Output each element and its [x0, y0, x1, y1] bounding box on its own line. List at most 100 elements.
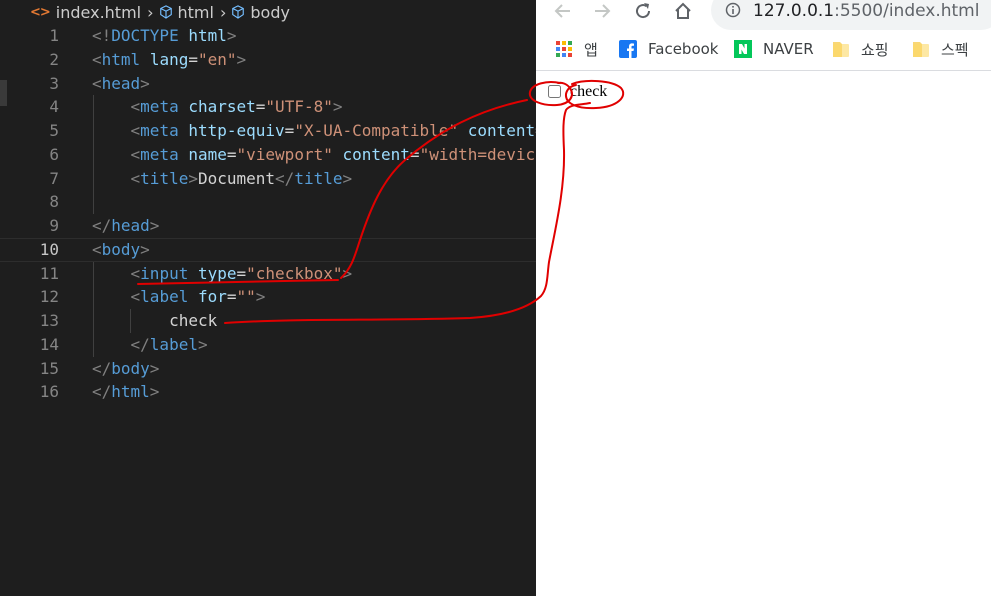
address-bar[interactable]: 127.0.0.1:5500/index.html: [711, 0, 991, 30]
line-number: 6: [49, 144, 59, 164]
code-token: lang: [149, 49, 189, 69]
bookmark-folder-shopping[interactable]: 쇼핑: [832, 34, 889, 64]
line-number: 3: [49, 73, 59, 93]
code-token: >: [140, 73, 150, 93]
code-token: <: [130, 168, 141, 188]
line-number: 1: [49, 26, 59, 45]
line-number: 8: [49, 192, 59, 212]
line-text: <title>Document</title>: [92, 167, 353, 191]
code-editor[interactable]: <> index.html › html › body 1 <!DOCTYPE h…: [0, 0, 536, 596]
line-text: <!DOCTYPE html>: [92, 24, 237, 48]
code-token: >: [149, 216, 160, 235]
code-token: =: [226, 287, 237, 307]
code-line[interactable]: 12 <label for="">: [0, 285, 536, 309]
naver-icon: [734, 40, 752, 58]
code-token: =: [188, 49, 198, 69]
demo-checkbox[interactable]: [548, 85, 561, 98]
cube-icon: [159, 5, 172, 19]
code-line[interactable]: 15 </body>: [0, 357, 536, 381]
code-line[interactable]: 13 check: [0, 309, 536, 333]
folder-icon: [913, 42, 929, 57]
code-token: "viewport": [236, 144, 333, 164]
indent-guide: [93, 261, 94, 357]
code-token: meta: [140, 144, 179, 164]
code-line[interactable]: 11 <input type="checkbox">: [0, 262, 536, 286]
bookmarks-bar: 앱 Facebook NAVER 쇼핑 스펙: [536, 34, 991, 64]
line-number: 2: [49, 49, 59, 69]
indent-guide: [130, 309, 131, 333]
code-token: label: [149, 334, 198, 354]
code-token: type: [197, 263, 237, 283]
bookmark-facebook[interactable]: Facebook: [619, 34, 718, 64]
chevron-right-icon: ›: [219, 2, 227, 22]
line-number: 9: [49, 216, 59, 235]
code-token: >: [188, 168, 198, 188]
apps-grid-icon: [556, 41, 572, 57]
breadcrumb-item-html[interactable]: html: [159, 3, 214, 22]
line-text: </label>: [92, 333, 208, 357]
code-token: "checkbox": [246, 263, 343, 283]
bookmark-naver[interactable]: NAVER: [734, 34, 814, 64]
code-line[interactable]: 2 <html lang="en">: [0, 48, 536, 72]
bookmark-folder-spec[interactable]: 스펙: [912, 34, 969, 64]
reload-icon: [636, 3, 651, 19]
code-token: title: [294, 168, 343, 188]
code-token: meta: [140, 121, 179, 140]
breadcrumb-label: body: [250, 2, 290, 22]
code-token: "width=devic: [419, 144, 536, 164]
bookmark-apps[interactable]: 앱: [555, 34, 598, 64]
forward-button[interactable]: [591, 0, 613, 22]
code-line[interactable]: 4 <meta charset="UTF-8">: [0, 95, 536, 119]
code-line[interactable]: 7 <title>Document</title>: [0, 167, 536, 191]
line-number: 12: [39, 287, 59, 307]
code-token: body: [111, 358, 150, 378]
code-line[interactable]: 10 <body>: [0, 237, 536, 262]
code-line[interactable]: 3 <head>: [0, 72, 536, 96]
arrow-left-icon: [554, 4, 570, 18]
code-token: <: [130, 97, 141, 117]
code-token: <: [130, 121, 141, 140]
line-text: <label for="">: [92, 285, 266, 309]
code-line[interactable]: 9 </head>: [0, 214, 536, 238]
code-token: DOCTYPE: [111, 26, 179, 45]
code-line[interactable]: 1 <!DOCTYPE html>: [0, 24, 536, 48]
code-token: </: [92, 358, 112, 378]
line-text: <meta name="viewport" content="width=dev…: [92, 143, 536, 167]
code-token: <!: [92, 26, 112, 45]
reload-button[interactable]: [632, 0, 654, 22]
code-line[interactable]: 8: [0, 190, 536, 214]
code-token: "en": [197, 49, 237, 69]
breadcrumb-item-file[interactable]: <> index.html: [30, 3, 141, 22]
folder-icon: [833, 42, 849, 57]
code-line[interactable]: 14 </label>: [0, 333, 536, 357]
breadcrumb-item-body[interactable]: body: [231, 3, 290, 22]
demo-checkbox-label[interactable]: check: [570, 83, 607, 101]
back-button[interactable]: [552, 0, 574, 22]
code-token: <: [130, 144, 141, 164]
info-icon[interactable]: [725, 2, 741, 18]
code-token: </: [92, 216, 112, 235]
code-token: html: [111, 382, 150, 402]
line-text: <meta http-equiv="X-UA-Compatible" conte…: [92, 119, 536, 143]
line-number: 13: [39, 311, 59, 330]
code-token: html: [101, 49, 141, 69]
html-file-icon: <>: [30, 4, 51, 20]
code-token: =: [255, 97, 266, 117]
code-line[interactable]: 16 </html>: [0, 380, 536, 404]
code-token: title: [140, 168, 189, 188]
code-line[interactable]: 6 <meta name="viewport" content="width=d…: [0, 143, 536, 167]
code-line[interactable]: 5 <meta http-equiv="X-UA-Compatible" con…: [0, 119, 536, 143]
code-token: meta: [140, 97, 179, 117]
home-button[interactable]: [672, 0, 694, 22]
url-host: 127.0.0.1: [753, 1, 835, 21]
code-token: >: [149, 382, 160, 402]
code-token: </: [275, 168, 295, 188]
